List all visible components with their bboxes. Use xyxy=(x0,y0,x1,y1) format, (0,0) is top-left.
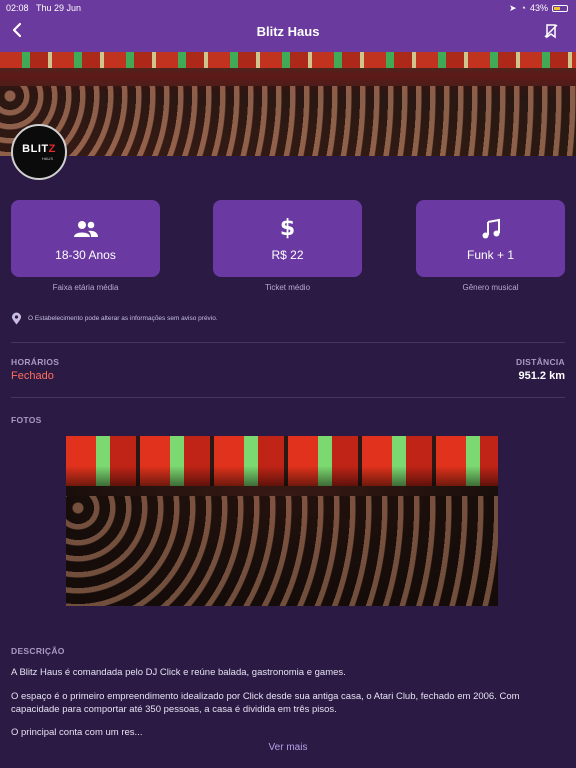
distance-label: DISTÂNCIA xyxy=(516,357,565,367)
divider xyxy=(11,397,565,398)
description-paragraph: A Blitz Haus é comandada pelo DJ Click e… xyxy=(11,667,346,678)
ticket-value: R$ 22 xyxy=(271,247,304,262)
age-value: 18-30 Anos xyxy=(55,247,116,262)
cover-lights xyxy=(0,52,576,68)
photos-label: FOTOS xyxy=(11,415,42,425)
genre-card[interactable]: Funk + 1 xyxy=(416,200,565,277)
divider xyxy=(11,342,565,343)
genre-value: Funk + 1 xyxy=(466,247,515,262)
battery-icon xyxy=(552,4,568,12)
app-header: 02:08 Thu 29 Jun ➤ ◔ 43% Blitz Haus xyxy=(0,0,576,52)
age-card[interactable]: 18-30 Anos xyxy=(11,200,160,277)
description-paragraph: O principal conta com um res... xyxy=(11,727,143,738)
hours-label: HORÁRIOS xyxy=(11,357,60,367)
status-indicators: ➤ ◔ 43% xyxy=(509,0,568,16)
description-label: DESCRIÇÃO xyxy=(11,646,65,656)
people-icon xyxy=(73,216,99,242)
hours-value: Fechado xyxy=(11,370,54,382)
genre-caption: Gênero musical xyxy=(462,283,519,292)
venue-logo: BLITZ HAUS xyxy=(11,124,67,180)
status-time: 02:08 xyxy=(6,3,29,13)
bookmark-button[interactable] xyxy=(542,22,560,40)
page-title: Blitz Haus xyxy=(256,24,320,39)
distance-value: 951.2 km xyxy=(518,370,565,382)
ticket-card[interactable]: $ R$ 22 xyxy=(213,200,362,277)
notice-text: O Estabelecimento pode alterar as inform… xyxy=(28,315,218,322)
music-note-icon xyxy=(478,216,504,242)
location-icon: ➤ xyxy=(509,3,517,13)
age-caption: Faixa etária média xyxy=(52,283,119,292)
dollar-icon: $ xyxy=(279,216,296,241)
status-bar: 02:08 Thu 29 Jun ➤ ◔ 43% xyxy=(0,0,576,16)
photo-lights xyxy=(66,436,498,486)
logo-subtext: HAUS xyxy=(41,156,53,161)
location-pin-icon xyxy=(12,312,21,325)
see-more-link[interactable]: Ver mais xyxy=(0,742,576,753)
cover-crowd xyxy=(0,86,576,156)
photo-crowd xyxy=(66,496,498,606)
wifi-icon: ◔ xyxy=(520,3,526,13)
battery-percent: 43% xyxy=(529,3,548,13)
logo-text: BLITZ xyxy=(22,143,56,155)
status-date: Thu 29 Jun xyxy=(36,3,82,13)
ticket-caption: Ticket médio xyxy=(264,283,311,292)
venue-photo[interactable] xyxy=(66,436,498,606)
venue-cover-photo xyxy=(0,52,576,156)
description-paragraph: O espaço é o primeiro empreendimento ide… xyxy=(11,691,520,715)
notice: O Estabelecimento pode alterar as inform… xyxy=(11,312,218,325)
no-bookmark-icon xyxy=(544,24,558,39)
